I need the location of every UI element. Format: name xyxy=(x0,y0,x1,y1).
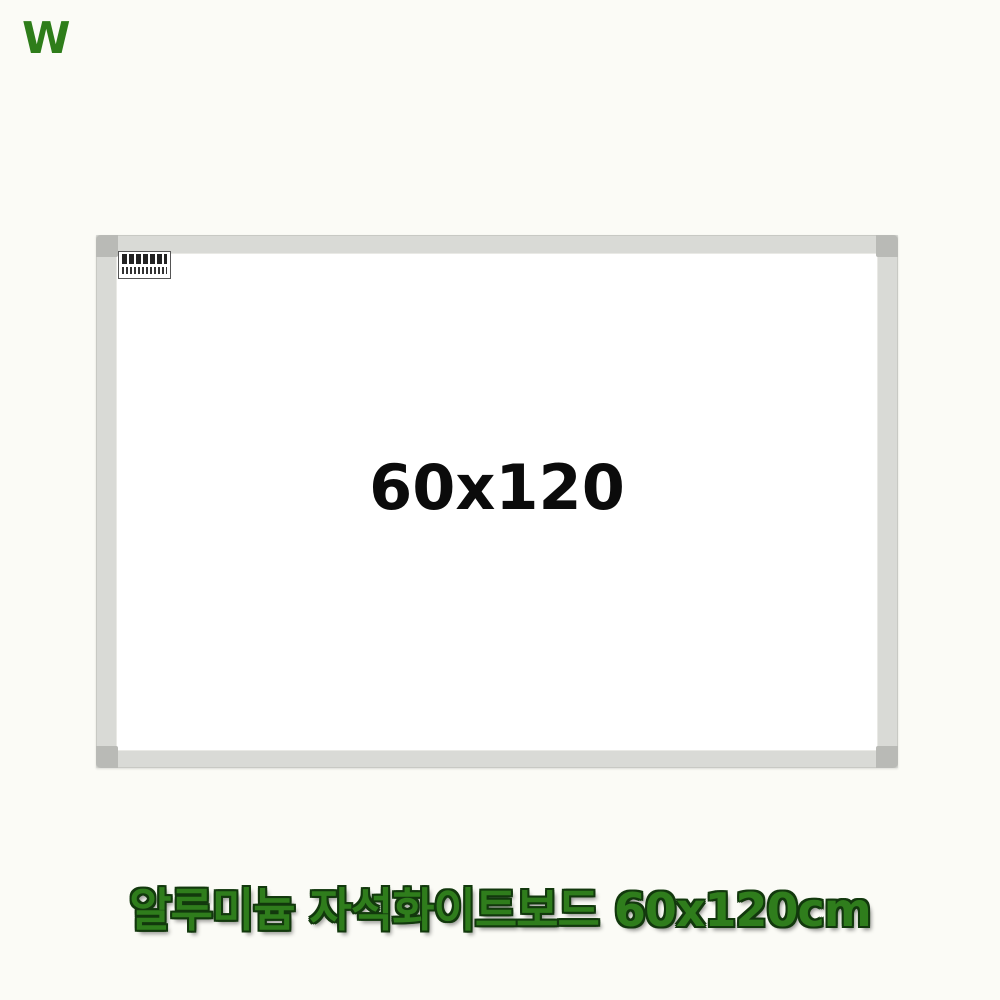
sticker-logo-row xyxy=(122,254,167,264)
brand-logo: W xyxy=(22,13,71,64)
sticker-text-row xyxy=(122,267,167,274)
frame-corner-bottom-right xyxy=(876,746,898,768)
frame-corner-top-left xyxy=(96,235,118,257)
manufacturer-sticker-icon xyxy=(118,251,171,279)
frame-corner-bottom-left xyxy=(96,746,118,768)
board-size-label: 60x120 xyxy=(369,451,625,524)
product-title: 알루미늄 자석화이트보드 60x120cm xyxy=(129,883,871,937)
frame-corner-top-right xyxy=(876,235,898,257)
